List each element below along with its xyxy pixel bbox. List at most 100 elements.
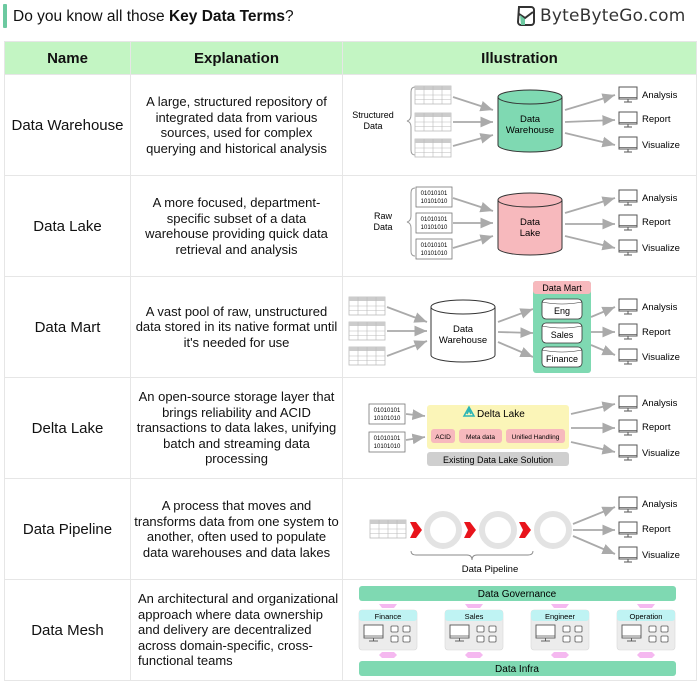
data-mart-group: Data Mart Eng Sales Finance	[533, 281, 591, 373]
domain-label: Operation	[630, 612, 663, 621]
output-label: Analysis	[642, 398, 678, 409]
svg-text:01010101: 01010101	[374, 436, 401, 442]
svg-text:Eng: Eng	[554, 306, 570, 316]
table-row: Data Warehouse A large, structured repos…	[4, 74, 697, 176]
svg-text:Data Infra: Data Infra	[495, 664, 539, 675]
term-name: Data Lake	[4, 175, 131, 277]
illustration-data-mart: Data Warehouse Data Mart Eng Sales Finan…	[342, 276, 697, 378]
connector-arrow-icon	[379, 652, 397, 658]
svg-text:Warehouse: Warehouse	[506, 125, 554, 136]
domain-sales: Sales	[444, 604, 504, 658]
svg-text:Sales: Sales	[551, 330, 574, 340]
svg-text:01010101: 01010101	[374, 408, 401, 414]
red-arrow-icon	[464, 522, 476, 538]
illustration-data-lake: Raw Data 01010101 10101010 01010101 1010…	[342, 175, 697, 277]
connector-arrow-icon	[379, 604, 397, 608]
output-label: Visualize	[642, 140, 680, 151]
illustration-data-mesh: Data Governance Finance Sales Engineer Oper…	[342, 579, 697, 681]
source-label: Data	[363, 121, 382, 131]
monitor-icon	[618, 298, 638, 315]
output-label: Analysis	[642, 90, 678, 101]
existing-data-lake-bar: Existing Data Lake Solution	[427, 452, 569, 466]
term-name: Data Mart	[4, 276, 131, 378]
svg-text:01010101: 01010101	[421, 191, 448, 197]
process-ring-icon	[534, 511, 572, 549]
monitor-icon	[618, 214, 638, 231]
monitor-icon	[618, 348, 638, 365]
svg-text:01010101: 01010101	[421, 217, 448, 223]
output-label: Analysis	[642, 302, 678, 313]
term-explanation: A large, structured repository of integr…	[130, 74, 343, 176]
data-warehouse-cylinder: Data Warehouse	[497, 89, 563, 153]
svg-text:ACID: ACID	[435, 434, 451, 441]
data-governance-bar: Data Governance	[359, 586, 676, 601]
svg-text:10101010: 10101010	[374, 416, 401, 422]
monitor-icon	[618, 86, 638, 103]
binary-data-icon: 01010101 10101010	[415, 212, 453, 234]
output-label: Visualize	[642, 448, 680, 459]
svg-text:Data Governance: Data Governance	[478, 589, 557, 600]
red-arrow-icon	[410, 522, 422, 538]
output-label: Analysis	[642, 193, 678, 204]
table-icon	[414, 85, 452, 105]
mart-cylinder-finance: Finance	[541, 346, 583, 368]
process-ring-icon	[479, 511, 517, 549]
binary-data-icon: 01010101 10101010	[415, 186, 453, 208]
page-title: Do you know all those Key Data Terms?	[13, 8, 294, 25]
domain-engineer: Engineer	[530, 604, 590, 658]
table-icon	[348, 346, 386, 366]
svg-text:10101010: 10101010	[374, 444, 401, 450]
svg-text:Meta data: Meta data	[466, 434, 495, 441]
source-label: Data	[373, 222, 392, 232]
term-explanation: A more focused, department-specific subs…	[130, 175, 343, 277]
output-label: Analysis	[642, 499, 678, 510]
table-row: Delta Lake An open-source storage layer …	[4, 377, 697, 479]
table-icon	[414, 112, 452, 132]
term-explanation: An architectural and organizational appr…	[130, 579, 343, 681]
table-icon	[348, 296, 386, 316]
monitor-icon	[618, 521, 638, 538]
connector-arrow-icon	[551, 652, 569, 658]
illustration-data-warehouse: Structured Data Data Warehouse Analysis …	[342, 74, 697, 176]
monitor-icon	[618, 189, 638, 206]
term-explanation: A process that moves and transforms data…	[130, 478, 343, 580]
monitor-icon	[618, 136, 638, 153]
data-warehouse-cylinder: Data Warehouse	[430, 299, 496, 363]
connector-arrow-icon	[465, 604, 483, 608]
monitor-icon	[618, 444, 638, 461]
output-label: Visualize	[642, 550, 680, 561]
svg-text:10101010: 10101010	[421, 199, 448, 205]
process-ring-icon	[424, 511, 462, 549]
source-label: Structured	[352, 110, 394, 120]
monitor-icon	[618, 323, 638, 340]
svg-text:01010101: 01010101	[421, 243, 448, 249]
mart-cylinder-sales: Sales	[541, 322, 583, 344]
svg-text:Finance: Finance	[546, 354, 578, 364]
table-row: Data Lake A more focused, department-spe…	[4, 175, 697, 277]
accent-bar	[3, 4, 7, 28]
connector-arrow-icon	[637, 652, 655, 658]
table-row: Data Mart A vast pool of raw, unstructur…	[4, 276, 697, 378]
connector-arrow-icon	[551, 604, 569, 608]
table-icon	[348, 321, 386, 341]
table-icon	[414, 138, 452, 158]
output-label: Visualize	[642, 243, 680, 254]
svg-text:Delta Lake: Delta Lake	[477, 409, 525, 420]
domain-label: Finance	[375, 612, 402, 621]
page-header: Do you know all those Key Data Terms? By…	[0, 0, 700, 34]
table-header-row: Name Explanation Illustration	[4, 41, 697, 75]
column-header-name: Name	[4, 41, 131, 75]
binary-data-icon: 01010101 10101010	[368, 403, 406, 425]
data-lake-cylinder: Data Lake	[497, 192, 563, 256]
svg-text:Data: Data	[453, 324, 474, 335]
term-name: Data Pipeline	[4, 478, 131, 580]
svg-text:Data Mart: Data Mart	[542, 283, 582, 293]
illustration-delta-lake: 01010101 10101010 01010101 10101010 Delt…	[342, 377, 697, 479]
monitor-icon	[618, 395, 638, 412]
table-icon	[369, 519, 407, 539]
feature-acid: ACID	[431, 429, 455, 443]
svg-text:Warehouse: Warehouse	[439, 335, 487, 346]
term-name: Data Mesh	[4, 579, 131, 681]
data-infra-bar: Data Infra	[359, 661, 676, 676]
pipeline-label: Data Pipeline	[462, 564, 519, 575]
